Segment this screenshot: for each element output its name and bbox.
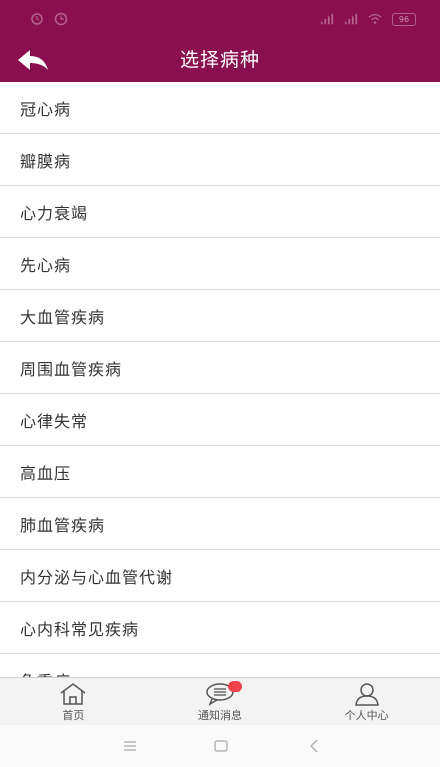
- home-icon: [60, 683, 86, 705]
- back-chevron-icon[interactable]: [304, 737, 324, 755]
- clock-icon: [54, 12, 68, 26]
- wifi-icon: [368, 13, 382, 24]
- list-item-label: 肺血管疾病: [20, 515, 106, 535]
- list-item[interactable]: 心力衰竭: [0, 186, 440, 238]
- tab-profile[interactable]: 个人中心: [293, 678, 440, 725]
- list-item-label: 先心病: [20, 255, 72, 275]
- signal-icon: [320, 13, 334, 25]
- page-title: 选择病种: [179, 49, 260, 71]
- list-item[interactable]: 冠心病: [0, 82, 440, 134]
- status-bar: 96: [0, 0, 440, 40]
- list-item-label: 高血压: [20, 463, 72, 483]
- home-square-icon[interactable]: [211, 737, 231, 755]
- app-header: 96 选择病种: [0, 0, 440, 82]
- list-item-label: 危重症: [20, 668, 71, 678]
- list-item-label: 瓣膜病: [20, 151, 72, 171]
- list-item-label: 心内科常见疾病: [20, 619, 140, 639]
- list-item[interactable]: 内分泌与心血管代谢: [0, 550, 440, 602]
- tab-label: 首页: [62, 709, 85, 722]
- list-item-label: 冠心病: [20, 99, 72, 119]
- bottom-tab-bar: 首页 通知消息 个人中心: [0, 677, 440, 725]
- list-item[interactable]: 危重症: [0, 654, 440, 677]
- battery-icon: 96: [392, 12, 416, 26]
- list-item[interactable]: 高血压: [0, 446, 440, 498]
- system-nav-bar: [0, 725, 440, 767]
- list-item-label: 心力衰竭: [20, 203, 89, 223]
- tab-notifications[interactable]: 通知消息: [147, 678, 294, 725]
- list-item[interactable]: 先心病: [0, 238, 440, 290]
- tab-home[interactable]: 首页: [0, 678, 147, 725]
- menu-icon[interactable]: [120, 737, 140, 755]
- user-icon: [354, 683, 379, 706]
- list-item[interactable]: 心内科常见疾病: [0, 602, 440, 654]
- list-item[interactable]: 瓣膜病: [0, 134, 440, 186]
- tab-label: 通知消息: [198, 709, 242, 722]
- notification-badge: [227, 681, 242, 692]
- signal-icon: [344, 13, 358, 25]
- alarm-icon: [31, 13, 43, 25]
- list-item-label: 心律失常: [20, 411, 89, 431]
- tab-label: 个人中心: [344, 709, 389, 722]
- disease-list: 冠心病 瓣膜病 心力衰竭 先心病 大血管疾病 周围血管疾病 心律失常 高血压 肺…: [0, 82, 440, 677]
- list-item[interactable]: 肺血管疾病: [0, 498, 440, 550]
- list-item-label: 大血管疾病: [20, 307, 106, 327]
- list-item[interactable]: 大血管疾病: [0, 290, 440, 342]
- list-item-label: 周围血管疾病: [20, 359, 123, 379]
- list-item[interactable]: 周围血管疾病: [0, 342, 440, 394]
- list-item-label: 内分泌与心血管代谢: [20, 567, 174, 587]
- list-item[interactable]: 心律失常: [0, 394, 440, 446]
